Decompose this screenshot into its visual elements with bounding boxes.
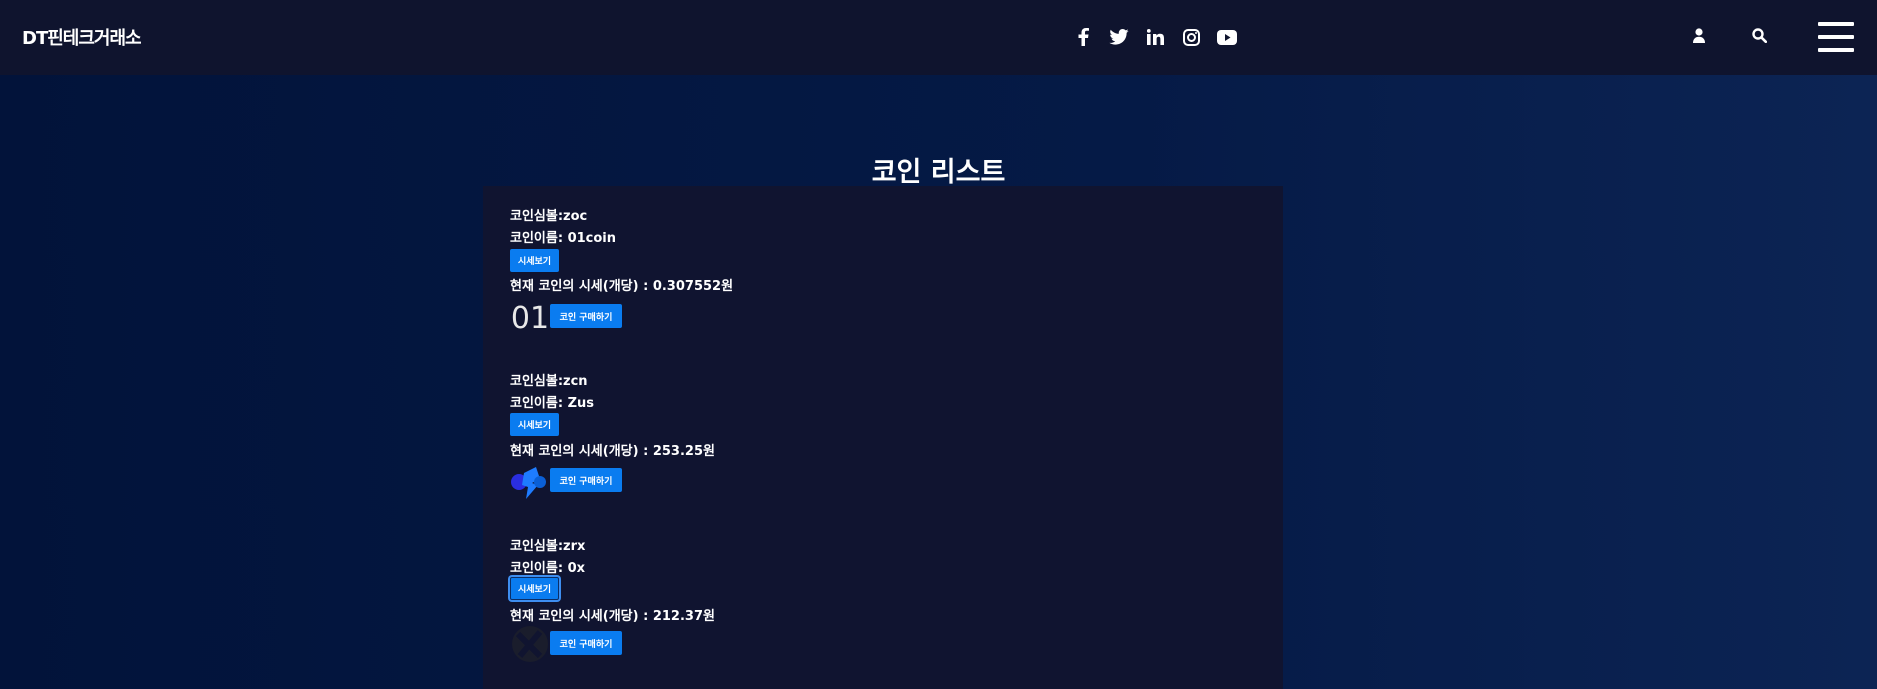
coin-symbol: 코인심볼:zrx [510, 539, 586, 554]
user-icon[interactable] [1693, 28, 1705, 47]
facebook-icon[interactable] [1072, 26, 1094, 48]
buy-coin-button[interactable]: 코인 구매하기 [550, 304, 622, 328]
linkedin-icon[interactable] [1144, 26, 1166, 48]
coin-symbol: 코인심볼:zcn [510, 374, 588, 389]
coin-logo-text: 01 [510, 300, 550, 336]
social-links [1072, 26, 1238, 48]
menu-icon[interactable] [1818, 22, 1854, 52]
coin-name: 코인이름: Zus [510, 396, 594, 411]
coin-price: 현재 코인의 시세(개당) : 253.25원 [510, 444, 715, 459]
search-icon[interactable] [1752, 28, 1768, 47]
twitter-icon[interactable] [1108, 26, 1130, 48]
page-title: 코인 리스트 [871, 157, 1006, 188]
buy-coin-button[interactable]: 코인 구매하기 [550, 468, 622, 492]
view-price-button[interactable]: 시세보기 [510, 577, 559, 600]
buy-coin-button[interactable]: 코인 구매하기 [550, 631, 622, 655]
youtube-icon[interactable] [1216, 26, 1238, 48]
coin-logo [510, 624, 548, 662]
brand-logo[interactable]: DT핀테크거래소 [22, 24, 142, 50]
coin-symbol: 코인심볼:zoc [510, 209, 588, 224]
coin-name: 코인이름: 01coin [510, 231, 617, 246]
instagram-icon[interactable] [1180, 26, 1202, 48]
coin-name: 코인이름: 0x [510, 561, 585, 576]
view-price-button[interactable]: 시세보기 [510, 249, 559, 272]
view-price-button[interactable]: 시세보기 [510, 413, 559, 436]
coin-price: 현재 코인의 시세(개당) : 0.307552원 [510, 279, 734, 294]
navbar: DT핀테크거래소 [0, 0, 1877, 75]
coin-logo: 01 [510, 300, 550, 336]
coin-logo [510, 465, 546, 501]
coin-price: 현재 코인의 시세(개당) : 212.37원 [510, 609, 715, 624]
